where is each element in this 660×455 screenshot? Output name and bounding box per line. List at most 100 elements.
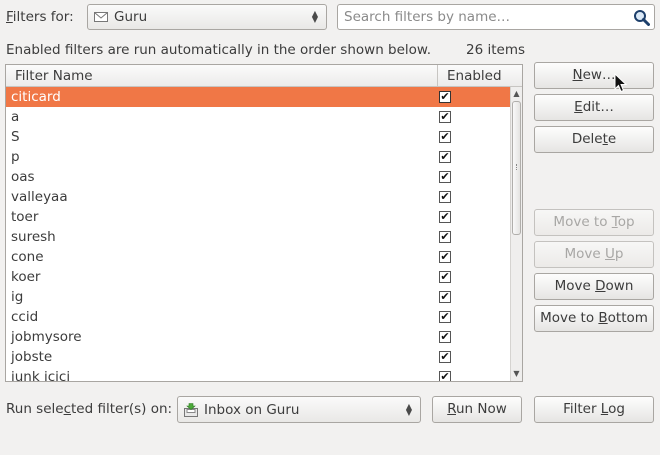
enabled-checkbox[interactable]: ✔ (439, 351, 451, 363)
filter-row[interactable]: koer ✔ (6, 267, 510, 287)
filter-name: ig (11, 289, 24, 305)
move-top-label: op (617, 214, 635, 230)
edit-mnemonic: E (574, 99, 583, 115)
enabled-checkbox[interactable]: ✔ (439, 311, 451, 323)
envelope-icon (94, 12, 108, 22)
column-header-enabled[interactable]: Enabled (447, 67, 502, 85)
run-on-label-rest: ted filter(s) on: (71, 401, 173, 417)
filter-row[interactable]: citicard ✔ (6, 87, 510, 107)
filters-for-text: ilters for: (12, 9, 74, 25)
mouse-pointer-icon (614, 73, 628, 93)
move-top-label-pre: Move to (553, 214, 612, 230)
search-input[interactable] (344, 7, 624, 27)
filter-name: cone (11, 249, 44, 265)
scroll-up-arrow-icon[interactable]: ▲ (511, 89, 522, 99)
filter-name: koer (11, 269, 41, 285)
filter-name: toer (11, 209, 39, 225)
move-to-top-button[interactable]: Move to Top (534, 209, 654, 236)
run-on-label: Run selected filter(s) on: (6, 400, 172, 418)
filter-row[interactable]: cone ✔ (6, 247, 510, 267)
filter-row[interactable]: S ✔ (6, 127, 510, 147)
filter-log-button[interactable]: Filter Log (534, 396, 654, 423)
items-count: 26 items (466, 42, 526, 58)
filter-row[interactable]: suresh ✔ (6, 227, 510, 247)
list-header: Filter Name Enabled (6, 65, 522, 87)
enabled-checkbox[interactable]: ✔ (439, 331, 451, 343)
run-now-label: un Now (455, 401, 507, 417)
run-now-button[interactable]: Run Now (432, 396, 522, 423)
enabled-checkbox[interactable]: ✔ (439, 131, 451, 143)
edit-label: dit… (582, 99, 614, 115)
enabled-checkbox[interactable]: ✔ (439, 191, 451, 203)
list-scrollbar[interactable]: ▲ ▼ (510, 87, 522, 381)
account-select[interactable]: Guru ▲ ▼ (87, 4, 327, 30)
enabled-checkbox[interactable]: ✔ (439, 271, 451, 283)
run-on-folder-value: Inbox on Guru (204, 401, 300, 418)
edit-button[interactable]: Edit… (534, 94, 654, 121)
move-up-label: p (614, 246, 624, 262)
scroll-down-arrow-icon[interactable]: ▼ (511, 369, 522, 379)
filter-name: citicard (11, 89, 61, 105)
filter-name: S (11, 129, 20, 145)
move-bottom-label: ottom (607, 310, 648, 326)
enabled-checkbox[interactable]: ✔ (439, 231, 451, 243)
move-up-button[interactable]: Move Up (534, 241, 654, 268)
new-button[interactable]: New… (534, 62, 654, 89)
enabled-checkbox[interactable]: ✔ (439, 251, 451, 263)
filter-name: jobste (11, 349, 53, 365)
delete-button[interactable]: Delete (534, 126, 654, 153)
info-text: Enabled filters are run automatically in… (6, 42, 432, 58)
move-down-label-pre: Move (554, 278, 596, 294)
move-down-label: own (605, 278, 634, 294)
filter-row[interactable]: jobmysore ✔ (6, 327, 510, 347)
inbox-icon (184, 402, 198, 417)
filter-row[interactable]: oas ✔ (6, 167, 510, 187)
filter-list[interactable]: Filter Name Enabled citicard ✔ a ✔ S ✔ p ✔ oas ✔ v… (5, 64, 523, 382)
filter-rows: citicard ✔ a ✔ S ✔ p ✔ oas ✔ valleyaa ✔ toer ✔ suresh ✔… (6, 87, 510, 382)
enabled-checkbox[interactable]: ✔ (439, 291, 451, 303)
column-divider (437, 65, 438, 86)
filter-log-mnemonic: L (600, 401, 609, 417)
filters-for-label: Filters for: (6, 8, 74, 26)
move-bottom-mnemonic: B (598, 310, 608, 326)
filter-row[interactable]: valleyaa ✔ (6, 187, 510, 207)
enabled-checkbox[interactable]: ✔ (439, 171, 451, 183)
filter-name: valleyaa (11, 189, 68, 205)
filter-name: junk icici (11, 369, 71, 382)
delete-label-pre: Dele (571, 131, 603, 147)
scroll-grip (516, 164, 519, 170)
new-label: ew… (582, 67, 616, 83)
search-box[interactable] (337, 4, 655, 30)
enabled-checkbox[interactable]: ✔ (439, 111, 451, 123)
filter-log-label-pre: Filter (563, 401, 601, 417)
column-header-filter-name[interactable]: Filter Name (15, 67, 93, 85)
combo-arrows-icon: ▲ ▼ (405, 401, 413, 417)
move-to-bottom-button[interactable]: Move to Bottom (534, 305, 654, 332)
enabled-checkbox[interactable]: ✔ (439, 211, 451, 223)
filter-row[interactable]: p ✔ (6, 147, 510, 167)
filter-name: p (11, 149, 20, 165)
move-up-label-pre: Move (564, 246, 606, 262)
filter-row[interactable]: ig ✔ (6, 287, 510, 307)
filter-row[interactable]: junk icici ✔ (6, 367, 510, 382)
account-select-value: Guru (114, 9, 148, 25)
scroll-thumb[interactable] (512, 101, 521, 235)
new-mnemonic: N (572, 67, 583, 83)
combo-arrows-icon: ▲ ▼ (311, 9, 319, 24)
filter-log-label: og (608, 401, 625, 417)
magnifier-icon[interactable] (633, 9, 650, 26)
filter-row[interactable]: ccid ✔ (6, 307, 510, 327)
filter-row[interactable]: toer ✔ (6, 207, 510, 227)
delete-label: e (607, 131, 617, 147)
filter-name: suresh (11, 229, 56, 245)
filter-name: oas (11, 169, 35, 185)
enabled-checkbox[interactable]: ✔ (439, 151, 451, 163)
enabled-checkbox[interactable]: ✔ (439, 91, 451, 103)
run-on-mnemonic: c (63, 401, 72, 417)
filter-name: ccid (11, 309, 39, 325)
move-down-button[interactable]: Move Down (534, 273, 654, 300)
run-on-folder-select[interactable]: Inbox on Guru ▲ ▼ (177, 396, 421, 423)
filter-row[interactable]: jobste ✔ (6, 347, 510, 367)
filter-row[interactable]: a ✔ (6, 107, 510, 127)
enabled-checkbox[interactable]: ✔ (439, 371, 451, 381)
